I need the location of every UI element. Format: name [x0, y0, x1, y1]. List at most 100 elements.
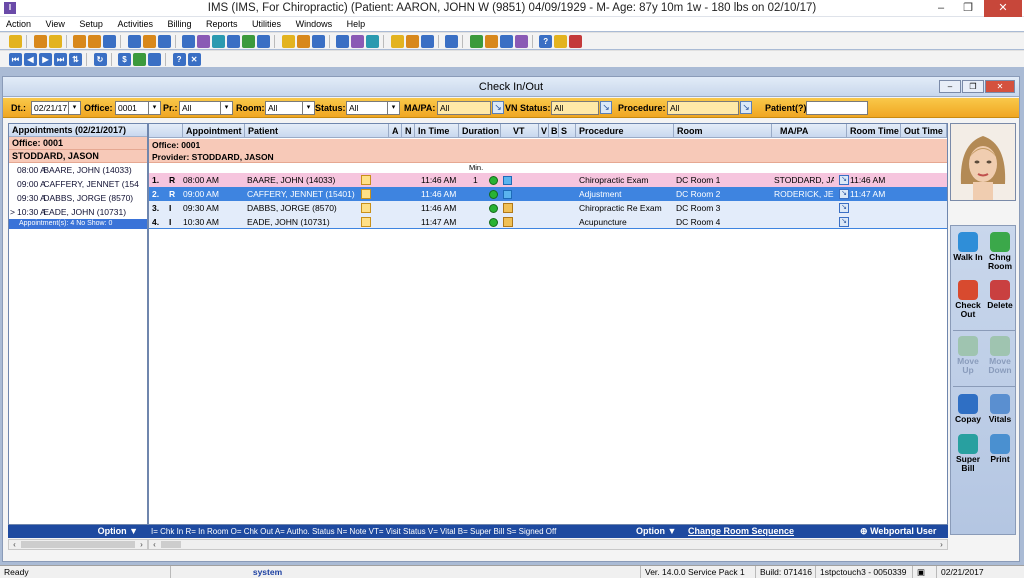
previous-record-icon[interactable]: ◀ [24, 53, 37, 66]
calculator-icon[interactable] [148, 53, 162, 66]
menu-reports[interactable]: Reports [200, 17, 244, 31]
table-row[interactable]: 3. I 09:30 AM DABBS, JORGE (8570) 11:46 … [149, 201, 947, 215]
col-patient[interactable]: Patient [245, 124, 389, 138]
calendar-icon[interactable] [127, 35, 141, 48]
date-dropdown-button[interactable]: ▾ [69, 101, 81, 115]
claims-icon[interactable] [296, 35, 310, 48]
change-room-sequence-link[interactable]: Change Room Sequence [688, 525, 794, 538]
left-option-button[interactable]: Option ▼ [8, 525, 148, 538]
batch-icon[interactable] [445, 35, 459, 48]
scroll-left-icon[interactable]: ‹ [149, 540, 160, 549]
reports-icon[interactable] [336, 35, 350, 48]
refresh-icon[interactable]: ↻ [93, 53, 107, 66]
menu-view[interactable]: View [40, 17, 71, 31]
col-a[interactable]: A [389, 124, 402, 138]
fax-icon[interactable] [366, 35, 380, 48]
clipboard-icon[interactable] [361, 189, 371, 199]
col-room[interactable]: Room [674, 124, 772, 138]
col-in-time[interactable]: In Time [415, 124, 459, 138]
copay-button[interactable]: Copay [952, 394, 984, 424]
exit-icon[interactable] [569, 35, 583, 48]
change-room-button[interactable]: Chng Room [984, 232, 1016, 271]
mapa-input[interactable]: All [437, 101, 491, 115]
col-out-time[interactable]: Out Time [901, 124, 947, 138]
vn-status-search-button[interactable]: ↘ [600, 101, 612, 114]
vitals-button[interactable]: Vitals [984, 394, 1016, 424]
folder-icon[interactable] [73, 35, 87, 48]
notes-icon[interactable] [88, 35, 102, 48]
vital-square-icon[interactable] [503, 190, 512, 199]
clipboard-icon[interactable] [361, 175, 371, 185]
settings-icon[interactable] [227, 35, 241, 48]
statement-icon[interactable] [405, 35, 419, 48]
scroll-thumb[interactable] [21, 541, 135, 548]
super-bill-button[interactable]: Super Bill [952, 434, 984, 473]
child-minimize-button[interactable]: – [939, 80, 961, 93]
payment-icon[interactable] [311, 35, 325, 48]
chart-icon[interactable] [182, 35, 196, 48]
delete-button[interactable]: Delete [984, 280, 1016, 310]
edit-icon[interactable] [48, 35, 62, 48]
col-vt[interactable]: VT [501, 124, 539, 138]
left-horizontal-scrollbar[interactable]: ‹ › [8, 539, 148, 550]
col-procedure[interactable]: Procedure [576, 124, 674, 138]
mapa-select-icon[interactable]: ↘ [839, 189, 849, 199]
room-select[interactable]: All [265, 101, 303, 115]
mail-icon[interactable] [351, 35, 365, 48]
patient-search-input[interactable] [806, 101, 868, 115]
print-button[interactable]: Print [984, 434, 1016, 464]
col-room-time[interactable]: Room Time [847, 124, 901, 138]
menu-activities[interactable]: Activities [111, 17, 159, 31]
grid-option-button[interactable]: Option ▼ [636, 525, 676, 538]
date-input[interactable]: 02/21/17 [31, 101, 69, 115]
next-record-icon[interactable]: ▶ [39, 53, 52, 66]
appointment-item[interactable]: >10:30 A EADE, JOHN (10731) [9, 205, 147, 219]
tools-icon[interactable] [242, 35, 256, 48]
vn-status-input[interactable]: All [551, 101, 599, 115]
table-row[interactable]: 2. R 09:00 AM CAFFERY, JENNET (15401) 11… [149, 187, 947, 201]
lock-icon[interactable] [554, 35, 568, 48]
sort-icon[interactable]: ⇅ [69, 53, 82, 66]
patient-icon[interactable] [9, 35, 22, 48]
scroll-left-icon[interactable]: ‹ [9, 540, 20, 549]
table-row[interactable]: 4. I 10:30 AM EADE, JOHN (10731) 11:47 A… [149, 215, 947, 229]
col-s[interactable]: S [559, 124, 576, 138]
procedure-input[interactable]: All [667, 101, 739, 115]
menu-windows[interactable]: Windows [290, 17, 339, 31]
mapa-select-icon[interactable]: ↘ [839, 203, 849, 213]
col-n[interactable]: N [402, 124, 415, 138]
office-dropdown-button[interactable]: ▾ [149, 101, 161, 115]
menu-help[interactable]: Help [341, 17, 372, 31]
webportal-user-link[interactable]: ⊕ Webportal User [860, 525, 936, 538]
word-icon[interactable] [499, 35, 513, 48]
provider-dropdown-button[interactable]: ▾ [221, 101, 233, 115]
col-duration[interactable]: Duration [459, 124, 501, 138]
lab-icon[interactable] [142, 35, 156, 48]
mapa-search-button[interactable]: ↘ [492, 101, 504, 114]
office-input[interactable]: 0001 [115, 101, 149, 115]
cancel-icon[interactable]: ✕ [187, 53, 201, 66]
first-record-icon[interactable]: ⏮ [9, 53, 22, 66]
room-dropdown-button[interactable]: ▾ [303, 101, 315, 115]
audit-icon[interactable] [514, 35, 528, 48]
scroll-right-icon[interactable]: › [936, 540, 947, 549]
vital-square-icon[interactable] [503, 176, 512, 185]
walk-in-button[interactable]: Walk In [952, 232, 984, 262]
vital-pencil-icon[interactable] [503, 217, 513, 227]
status-dropdown-button[interactable]: ▾ [388, 101, 400, 115]
appointment-item[interactable]: 09:00 A CAFFERY, JENNET (154 [9, 177, 147, 191]
last-record-icon[interactable]: ⏭ [54, 53, 67, 66]
appointment-item[interactable]: 09:30 A DABBS, JORGE (8570) [9, 191, 147, 205]
scroll-right-icon[interactable]: › [136, 540, 147, 549]
visit-status-smiley-icon[interactable] [489, 176, 498, 185]
col-b[interactable]: B [549, 124, 559, 138]
provider-select[interactable]: All [179, 101, 221, 115]
vital-pencil-icon[interactable] [503, 203, 513, 213]
status-select[interactable]: All [346, 101, 388, 115]
col-appointment[interactable]: Appointment [183, 124, 245, 138]
gear-icon[interactable] [212, 35, 226, 48]
help-icon[interactable]: ? [539, 35, 553, 48]
menu-utilities[interactable]: Utilities [246, 17, 287, 31]
restore-button[interactable]: ❐ [955, 0, 981, 17]
user-icon[interactable] [33, 35, 47, 48]
